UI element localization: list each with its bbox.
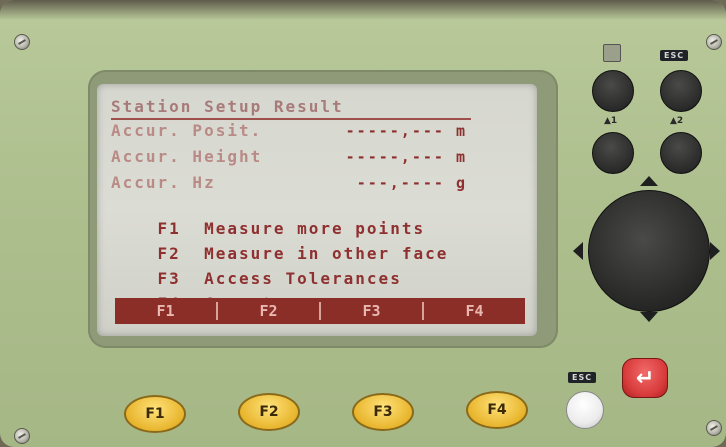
user-key-2-label: ▲2 bbox=[670, 116, 684, 126]
accuracy-hz-value: ---,---- g bbox=[356, 174, 467, 192]
accuracy-height-value: -----,--- m bbox=[345, 148, 467, 166]
enter-icon: ↵ bbox=[635, 365, 655, 391]
menu-item-f3[interactable]: F3 Access Tolerances bbox=[111, 246, 402, 288]
accuracy-position-value: -----,--- m bbox=[345, 122, 467, 140]
menu-item-f2[interactable]: F2 Measure in other face bbox=[111, 221, 448, 263]
accuracy-height-label: Accur. Height bbox=[111, 147, 263, 166]
user-2-button[interactable] bbox=[660, 132, 702, 174]
screw-icon bbox=[706, 420, 722, 436]
softkey-f3[interactable]: F3 bbox=[321, 302, 424, 320]
esc-white-button[interactable] bbox=[566, 391, 604, 429]
f3-button[interactable]: F3 bbox=[352, 393, 414, 431]
accuracy-position-label: Accur. Posit. bbox=[111, 121, 263, 140]
esc-button[interactable] bbox=[660, 70, 702, 112]
softkey-f4[interactable]: F4 bbox=[424, 302, 525, 320]
softkey-bar: F1 F2 F3 F4 bbox=[115, 298, 525, 324]
f1-button[interactable]: F1 bbox=[124, 395, 186, 433]
accuracy-hz-label: Accur. Hz bbox=[111, 173, 216, 192]
screw-icon bbox=[14, 34, 30, 50]
screen-title: Station Setup Result bbox=[111, 97, 344, 116]
arrow-right-icon[interactable] bbox=[710, 242, 720, 260]
user-1-button[interactable] bbox=[592, 132, 634, 174]
menu-item-f1[interactable]: F1 Measure more points bbox=[111, 196, 425, 238]
page-button[interactable] bbox=[592, 70, 634, 112]
f4-button[interactable]: F4 bbox=[466, 391, 528, 429]
menu-item-f4[interactable]: F4 Compute bbox=[111, 271, 286, 313]
esc-badge: ESC bbox=[660, 50, 689, 61]
user-key-1-label: ▲1 bbox=[604, 116, 618, 126]
f2-button[interactable]: F2 bbox=[238, 393, 300, 431]
arrow-down-icon[interactable] bbox=[640, 312, 658, 322]
esc-badge-bottom: ESC bbox=[568, 372, 597, 383]
enter-button[interactable]: ↵ bbox=[622, 358, 668, 398]
device-top-shadow bbox=[0, 0, 726, 20]
screw-icon bbox=[14, 428, 30, 444]
lcd-screen: Station Setup Result Accur. Posit. -----… bbox=[97, 84, 537, 336]
arrow-left-icon[interactable] bbox=[573, 242, 583, 260]
navigation-pad[interactable] bbox=[588, 190, 710, 312]
softkey-f1[interactable]: F1 bbox=[115, 302, 218, 320]
page-icon bbox=[603, 44, 621, 62]
arrow-up-icon[interactable] bbox=[640, 176, 658, 186]
softkey-f2[interactable]: F2 bbox=[218, 302, 321, 320]
screw-icon bbox=[706, 34, 722, 50]
